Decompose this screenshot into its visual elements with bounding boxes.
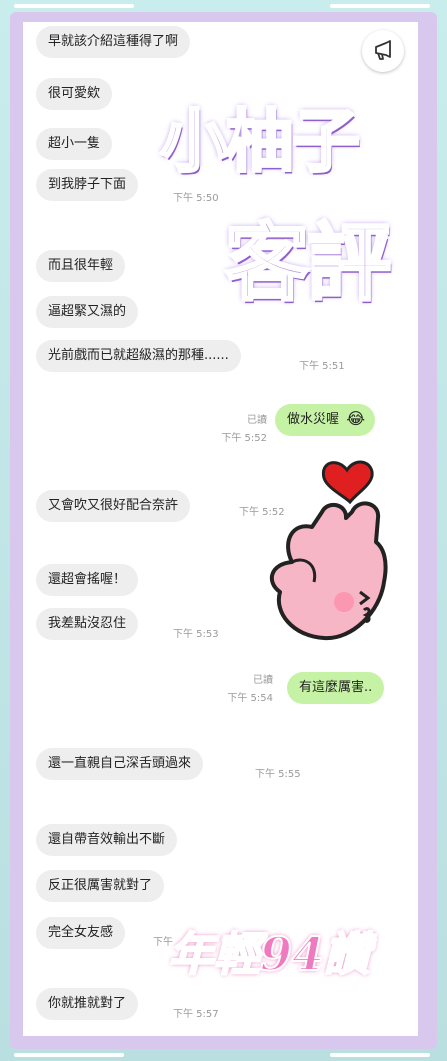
bottom-arrow-decoration-right [330, 1053, 430, 1057]
message-bubble: 到我脖子下面 [36, 169, 139, 201]
read-receipt: 已讀 [247, 415, 267, 426]
message-time: 下午 5:55 [255, 769, 301, 780]
finger-heart-hand-icon [269, 460, 388, 641]
message-bubble: 又會吹又很好配合奈許 [36, 490, 191, 522]
message-bubble: 反正很厲害就對了 [36, 870, 165, 902]
message-bubble: 還一直親自己深舌頭過來 [36, 748, 204, 780]
message-bubble-outgoing: 有這麼厲害.. [287, 672, 385, 704]
message-bubble: 光前戲而已就超級濕的那種...... [36, 340, 241, 372]
top-arrow-decoration-right [330, 4, 430, 8]
message-bubble: 還超會搖喔！ [36, 564, 139, 596]
announcement-button[interactable] [362, 30, 404, 72]
message-bubble: 我差點沒忍住 [36, 608, 139, 640]
message-bubble: 逼超緊又濕的 [36, 296, 139, 328]
message-bubble: 還自帶音效輸出不斷 [36, 824, 178, 856]
decorative-title: 小柚子 [158, 102, 361, 184]
message-time: 下午 5:51 [299, 361, 345, 372]
top-arrow-decoration [14, 4, 134, 8]
megaphone-icon [375, 40, 391, 60]
decorative-slogan: 年輕94讚 [167, 926, 371, 982]
message-time: 下午 5:52 [221, 433, 267, 444]
heart-icon [321, 460, 374, 505]
message-bubble: 早就該介紹這種得了啊 [36, 26, 191, 58]
decorative-subtitle: 客評 [223, 213, 392, 314]
message-time: 下午 5:50 [173, 193, 219, 204]
message-time: 下午 5:53 [173, 629, 219, 640]
message-bubble: 完全女友感 [36, 917, 126, 949]
message-time: 下午 5:54 [227, 693, 273, 704]
message-bubble: 超小一隻 [36, 128, 113, 160]
message-bubble: 而且很年輕 [36, 250, 126, 282]
message-time: 下午 5:57 [173, 1009, 219, 1020]
message-bubble: 你就推就對了 [36, 988, 139, 1020]
message-bubble-outgoing: 做水災喔 😂 [275, 404, 376, 436]
bottom-arrow-decoration [14, 1053, 124, 1057]
message-bubble: 很可愛欸 [36, 78, 113, 110]
message-text: 做水災喔 [287, 412, 340, 427]
laughing-crying-emoji-icon: 😂 [346, 409, 366, 428]
read-receipt: 已讀 [253, 675, 273, 686]
